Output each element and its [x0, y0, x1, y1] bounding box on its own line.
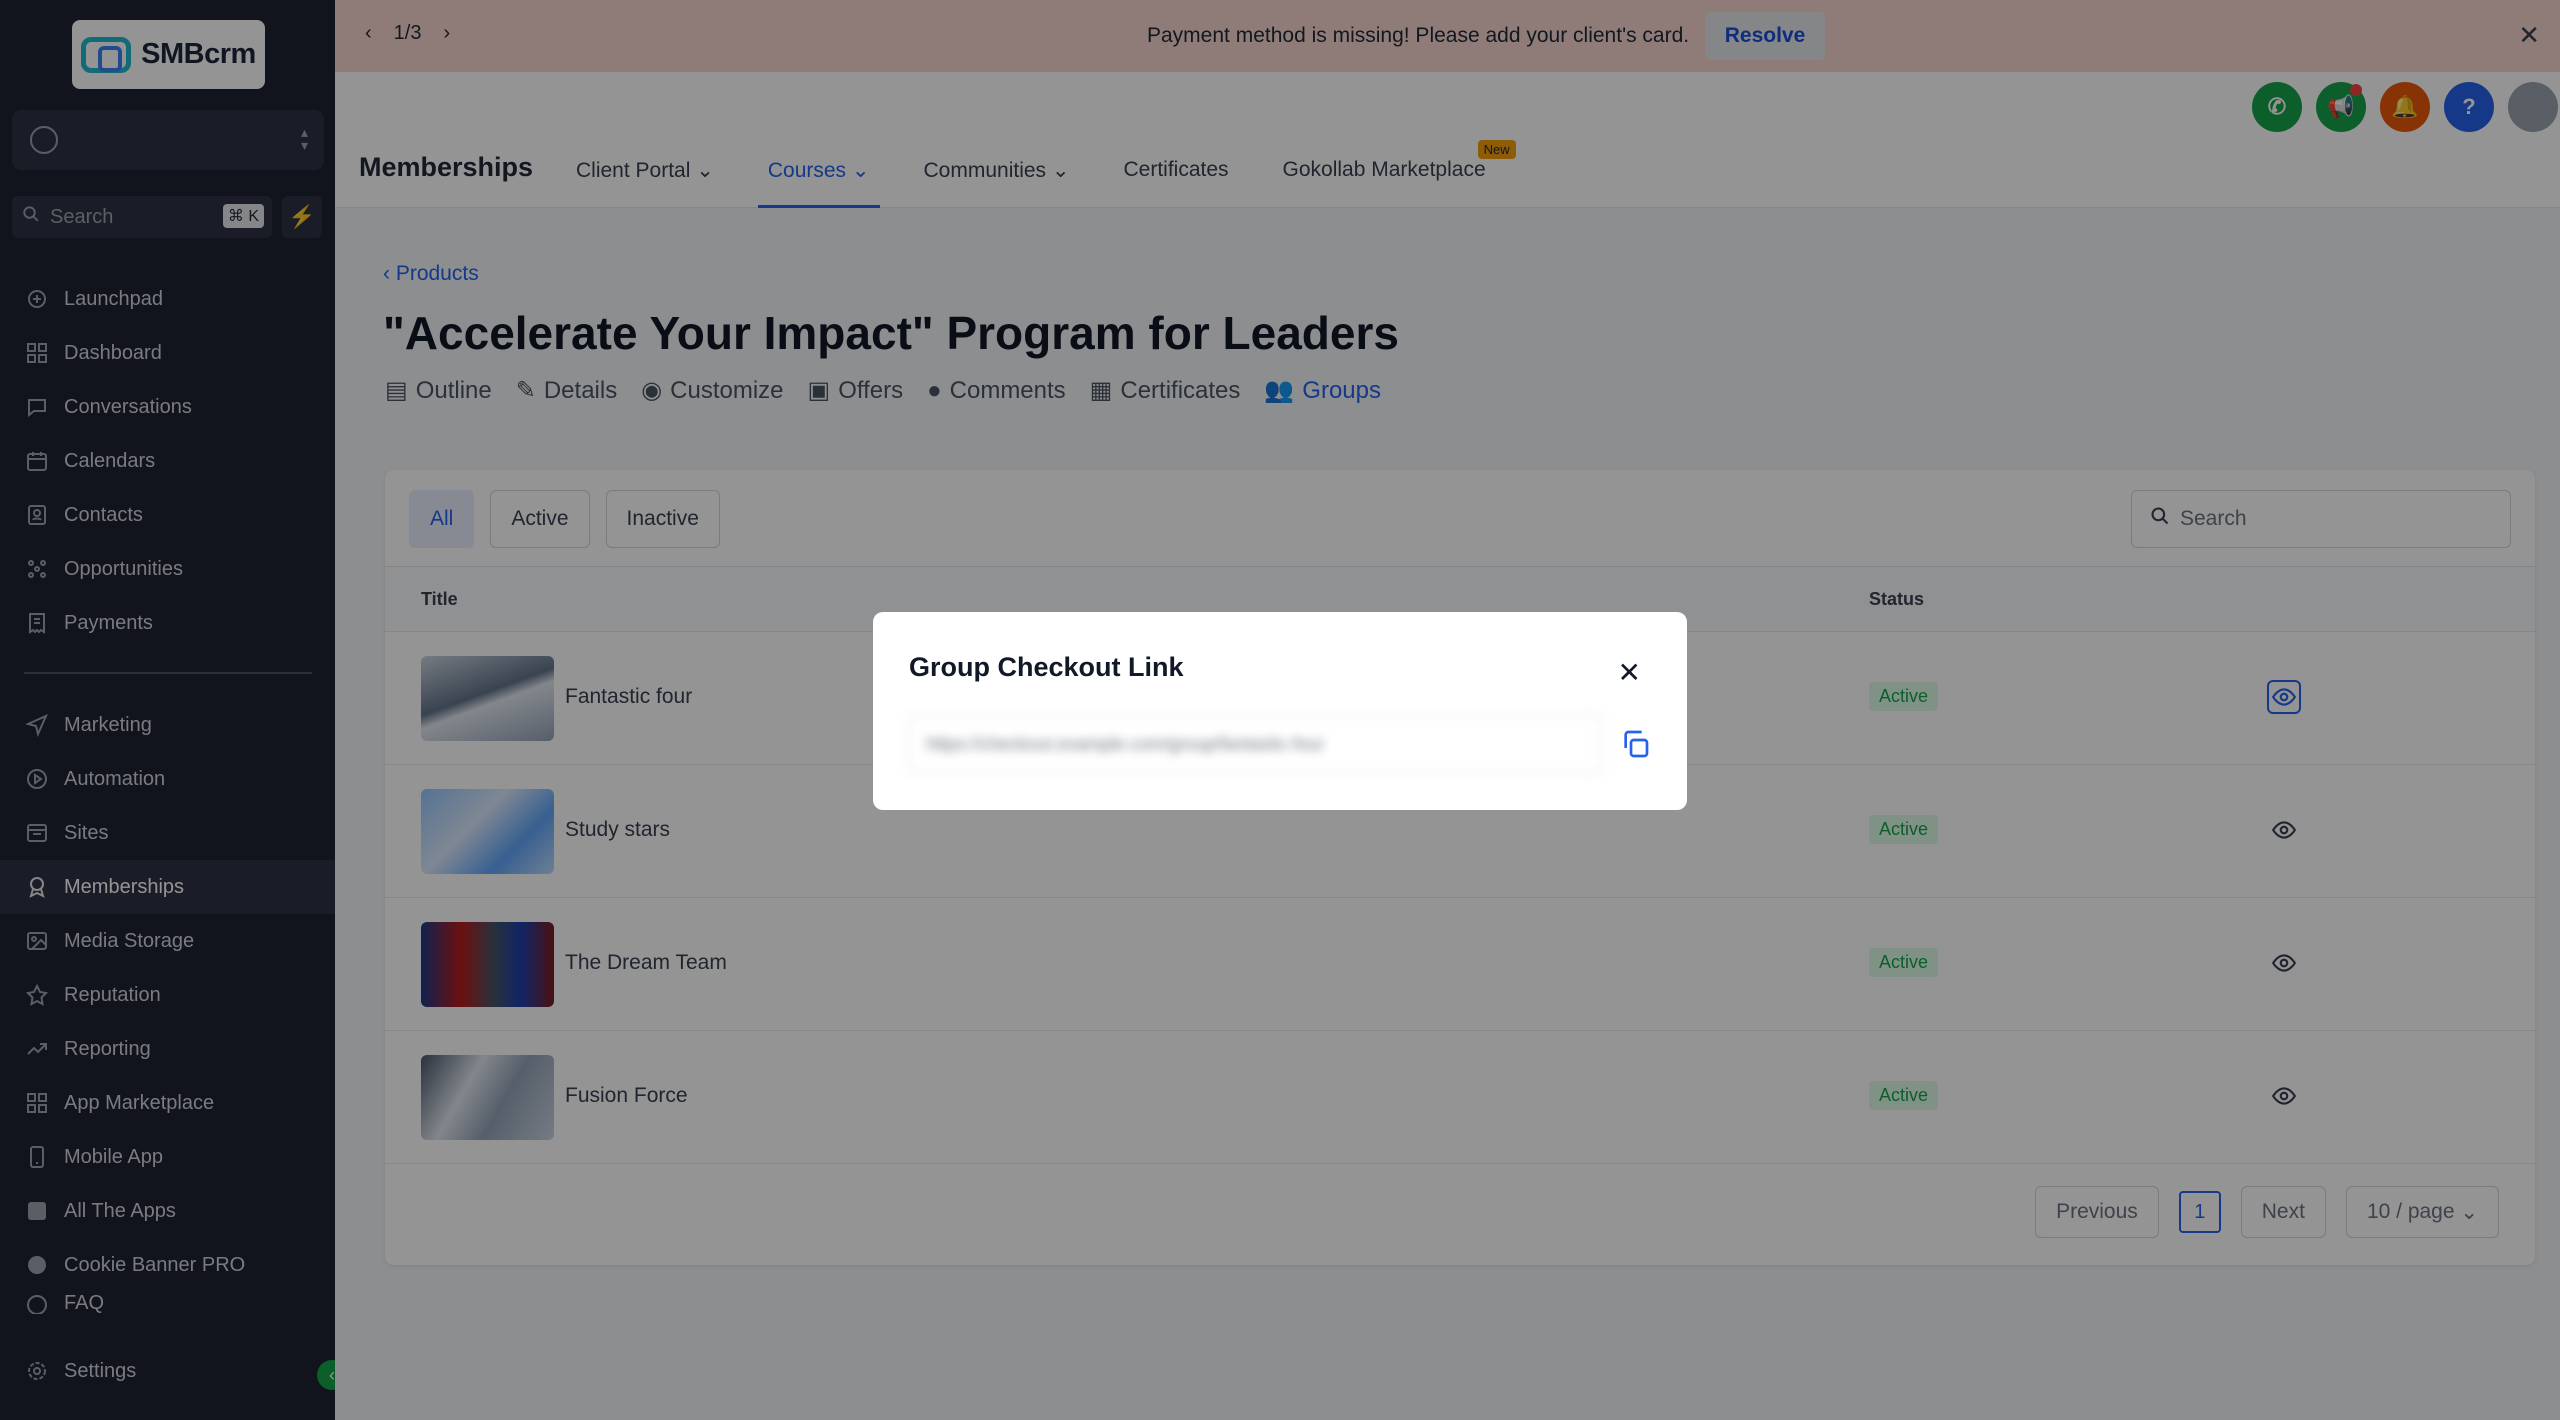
close-icon[interactable]: ✕	[1618, 656, 1641, 689]
checkout-link-input[interactable]	[909, 714, 1602, 774]
group-checkout-link-modal: Group Checkout Link ✕	[873, 612, 1687, 810]
modal-title: Group Checkout Link	[909, 652, 1184, 682]
copy-icon[interactable]	[1615, 722, 1655, 766]
